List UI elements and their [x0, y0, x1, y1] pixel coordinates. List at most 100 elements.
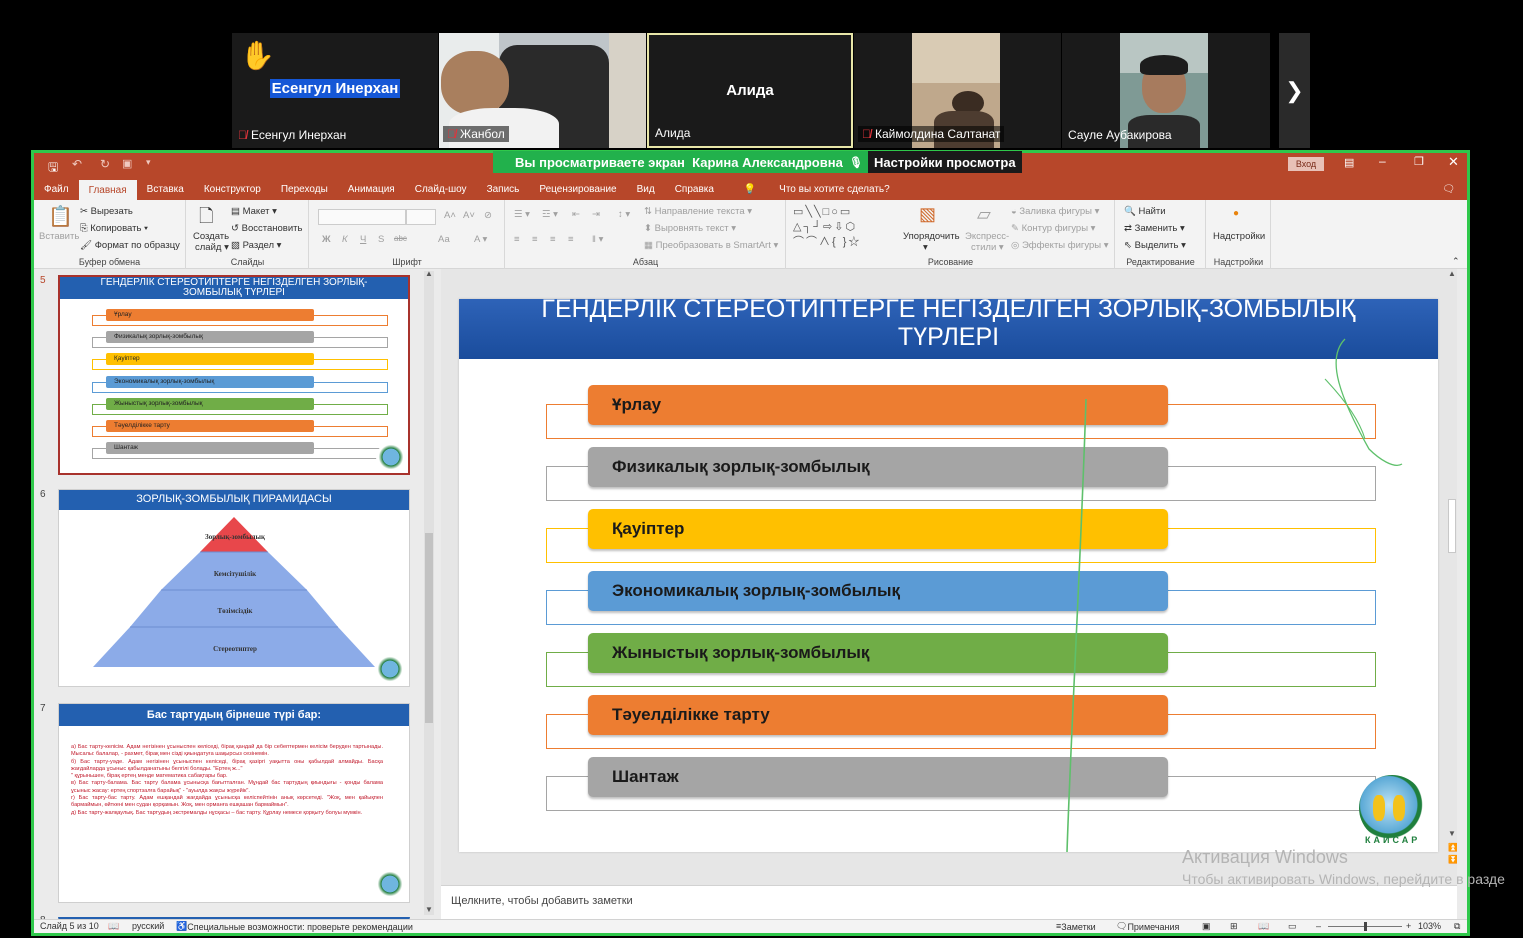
- shadow-button[interactable]: S: [378, 234, 384, 245]
- restore-icon[interactable]: ❐: [1414, 155, 1424, 168]
- change-case-button[interactable]: Аа: [438, 234, 450, 245]
- font-size-dropdown[interactable]: [406, 209, 436, 225]
- numbering-icon[interactable]: ☲ ▾: [542, 209, 558, 220]
- notes-toggle[interactable]: ≡ Заметки: [1056, 921, 1096, 932]
- scroll-up-icon[interactable]: ▲: [1448, 269, 1456, 278]
- participant-tile-active-speaker[interactable]: Алида Алида: [647, 33, 853, 148]
- zoom-in-icon[interactable]: +: [1406, 921, 1411, 931]
- next-page-button[interactable]: ❯: [1279, 33, 1310, 148]
- tab-transitions[interactable]: Переходы: [271, 184, 338, 200]
- minimize-icon[interactable]: –: [1379, 154, 1386, 168]
- bullets-icon[interactable]: ☰ ▾: [514, 209, 530, 220]
- next-slide-icon[interactable]: ⏬: [1448, 855, 1457, 864]
- new-slide-icon[interactable]: 🗋: [199, 204, 213, 234]
- save-icon[interactable]: 🖫: [48, 158, 58, 179]
- tab-view[interactable]: Вид: [627, 184, 665, 200]
- addins-button[interactable]: Надстройки: [1213, 231, 1265, 242]
- decrease-indent-icon[interactable]: ⇤: [572, 209, 580, 220]
- shrink-font-icon[interactable]: A˅: [463, 210, 475, 221]
- tab-file[interactable]: Файл: [34, 184, 79, 200]
- tab-slideshow[interactable]: Слайд-шоу: [405, 184, 477, 200]
- cut-button[interactable]: ✂ Вырезать: [80, 206, 133, 217]
- slide-sorter-icon[interactable]: ⊞: [1230, 921, 1238, 932]
- slide-canvas[interactable]: ГЕНДЕРЛІК СТЕРЕОТИПТЕРГЕ НЕГІЗДЕЛГЕН ЗОР…: [459, 299, 1438, 852]
- layout-button[interactable]: ▤ Макет ▾: [231, 206, 277, 217]
- quick-styles-button-line2[interactable]: стили ▾: [971, 242, 1004, 253]
- section-button[interactable]: ▧ Раздел ▾: [231, 240, 281, 251]
- start-slideshow-icon[interactable]: ▣: [122, 157, 132, 170]
- slide-editor[interactable]: ГЕНДЕРЛІК СТЕРЕОТИПТЕРГЕ НЕГІЗДЕЛГЕН ЗОР…: [441, 269, 1457, 885]
- slide-thumbnail[interactable]: Бас тартудың бірнеше түрі бар: а) Бас та…: [58, 703, 410, 903]
- participant-tile[interactable]: 🎙̸ Каймолдина Салтанат: [854, 33, 1061, 148]
- align-center-icon[interactable]: ≡: [532, 234, 538, 245]
- new-slide-button-line2[interactable]: слайд ▾: [195, 242, 229, 253]
- scroll-up-icon[interactable]: ▲: [425, 269, 433, 278]
- slide-editor-scrollbar[interactable]: ▲ ▼ ⏫ ⏬: [1447, 269, 1457, 885]
- shape-fill-button[interactable]: ◒ Заливка фигуры ▾: [1011, 206, 1099, 217]
- fit-slide-icon[interactable]: ⧉: [1454, 921, 1460, 932]
- zoom-out-icon[interactable]: –: [1316, 921, 1321, 931]
- clear-format-icon[interactable]: ⊘: [484, 210, 492, 221]
- ribbon-display-icon[interactable]: ▤: [1344, 156, 1354, 169]
- line-spacing-icon[interactable]: ↕ ▾: [618, 209, 630, 220]
- accessibility-checker[interactable]: ♿ Специальные возможности: проверьте рек…: [176, 921, 413, 932]
- spellcheck-icon[interactable]: 📖: [108, 921, 119, 932]
- tab-help[interactable]: Справка: [665, 184, 724, 200]
- format-painter-button[interactable]: 🖌 Формат по образцу: [80, 240, 180, 251]
- find-button[interactable]: 🔍 Найти: [1124, 206, 1166, 217]
- align-left-icon[interactable]: ≡: [514, 234, 520, 245]
- quick-styles-button[interactable]: Экспресс-: [965, 231, 1009, 242]
- strikethrough-button[interactable]: abc: [394, 234, 407, 243]
- shapes-gallery[interactable]: ▭╲╲□○▭ △┐┘⇨⇩⬡ ⌒⌒∧{ }☆: [793, 205, 893, 251]
- slideshow-view-icon[interactable]: ▭: [1288, 921, 1297, 932]
- signin-button[interactable]: Вход: [1288, 157, 1324, 171]
- scroll-down-icon[interactable]: ▼: [1448, 829, 1456, 838]
- tab-insert[interactable]: Вставка: [137, 184, 194, 200]
- quick-styles-icon[interactable]: ▱: [977, 204, 991, 225]
- customize-toolbar-icon[interactable]: ▾: [146, 157, 151, 168]
- reading-view-icon[interactable]: 📖: [1258, 921, 1269, 932]
- new-slide-button[interactable]: Создать: [193, 231, 229, 242]
- comments-icon[interactable]: 🗨: [1432, 184, 1467, 200]
- italic-button[interactable]: К: [342, 234, 348, 245]
- text-direction-button[interactable]: ⇅ Направление текста ▾: [644, 206, 752, 217]
- arrange-icon[interactable]: ▧: [919, 204, 936, 225]
- reset-button[interactable]: ↺ Восстановить: [231, 223, 302, 234]
- copy-button[interactable]: ⎘ Копировать ▾: [80, 223, 148, 234]
- columns-icon[interactable]: ‖ ▾: [592, 234, 603, 245]
- scrollbar-thumb[interactable]: [1448, 499, 1456, 553]
- undo-icon[interactable]: ↶: [72, 157, 82, 171]
- font-color-button[interactable]: A ▾: [474, 234, 487, 245]
- thumbnails-scrollbar[interactable]: ▲ ▼: [424, 269, 434, 915]
- zoom-level[interactable]: 103%: [1418, 921, 1441, 931]
- redo-icon[interactable]: ↻: [100, 157, 110, 171]
- font-name-dropdown[interactable]: [318, 209, 406, 225]
- replace-button[interactable]: ⇄ Заменить ▾: [1124, 223, 1185, 234]
- paste-icon[interactable]: 📋: [48, 204, 73, 229]
- previous-slide-icon[interactable]: ⏫: [1448, 843, 1457, 852]
- scrollbar-thumb[interactable]: [425, 533, 433, 723]
- paste-button[interactable]: Вставить: [39, 231, 79, 242]
- participant-tile[interactable]: 🎙̸ Жанбол: [439, 33, 646, 148]
- tell-me-box[interactable]: 💡 Что вы хотите сделать?: [724, 184, 910, 200]
- bold-button[interactable]: Ж: [322, 234, 331, 245]
- align-right-icon[interactable]: ≡: [550, 234, 556, 245]
- smartart-button[interactable]: ▦ Преобразовать в SmartArt ▾: [644, 240, 778, 251]
- participant-tile[interactable]: ✋ Есенгул Инерхан 🎙̸ Есенгул Инерхан: [232, 33, 438, 148]
- normal-view-icon[interactable]: ▣: [1202, 921, 1211, 932]
- notes-pane[interactable]: Щелкните, чтобы добавить заметки: [441, 885, 1457, 919]
- slide-thumbnail-selected[interactable]: ГЕНДЕРЛІК СТЕРЕОТИПТЕРГЕ НЕГІЗДЕЛГЕН ЗОР…: [58, 275, 410, 475]
- grow-font-icon[interactable]: A˄: [444, 210, 456, 221]
- scroll-down-icon[interactable]: ▼: [425, 905, 433, 914]
- increase-indent-icon[interactable]: ⇥: [592, 209, 600, 220]
- addins-icon[interactable]: ●: [1233, 208, 1239, 219]
- underline-button[interactable]: Ч: [360, 234, 366, 245]
- justify-icon[interactable]: ≡: [568, 234, 574, 245]
- view-options-button[interactable]: Настройки просмотра: [868, 151, 1022, 173]
- tab-review[interactable]: Рецензирование: [529, 184, 626, 200]
- close-icon[interactable]: ✕: [1448, 154, 1459, 170]
- language-indicator[interactable]: русский: [132, 921, 164, 931]
- select-button[interactable]: ⇖ Выделить ▾: [1124, 240, 1186, 251]
- tab-record[interactable]: Запись: [477, 184, 530, 200]
- shape-effects-button[interactable]: ◎ Эффекты фигуры ▾: [1011, 240, 1109, 251]
